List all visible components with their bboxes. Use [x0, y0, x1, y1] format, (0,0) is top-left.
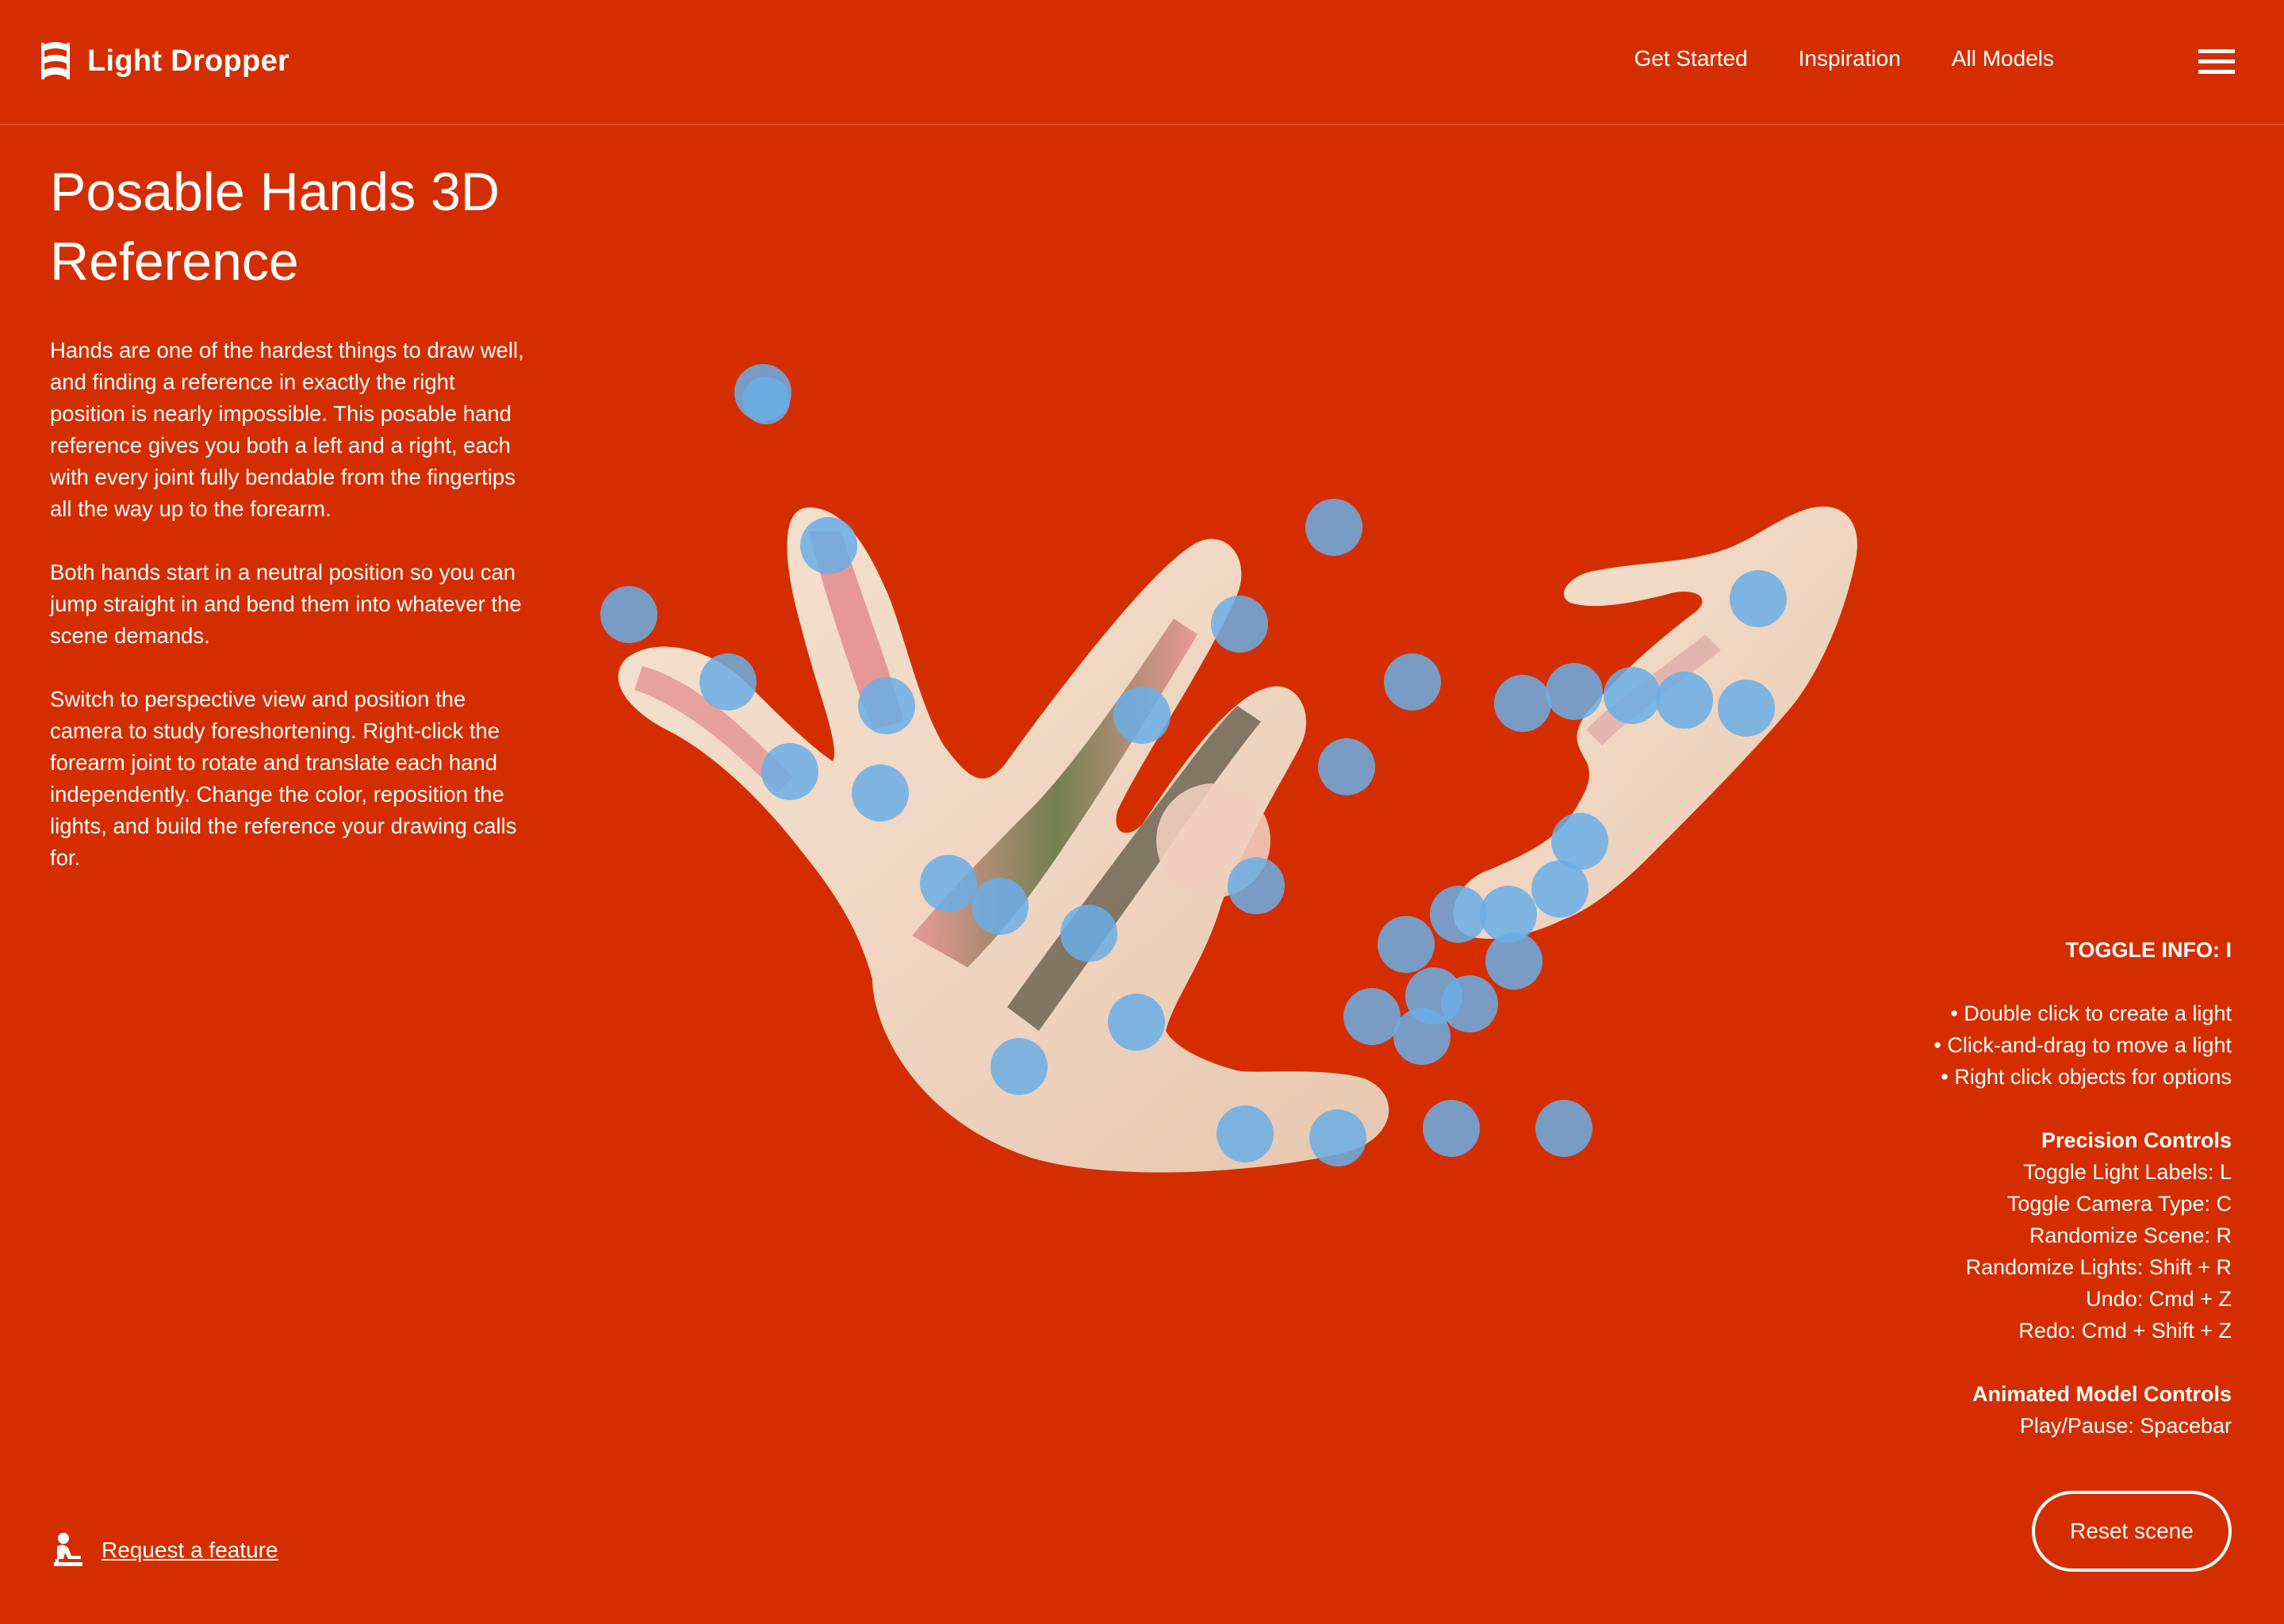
page-title: Posable Hands 3D Reference — [50, 162, 500, 292]
joint-marker[interactable] — [800, 517, 857, 574]
tip-item: Right click objects for options — [1933, 1061, 2232, 1093]
shortcut-item: Randomize Scene: R — [2029, 1224, 2232, 1247]
joint-marker[interactable] — [761, 743, 818, 800]
main-nav: Get Started Inspiration All Models — [1583, 46, 2054, 71]
shortcut-item: Toggle Camera Type: C — [2006, 1192, 2232, 1216]
tips-list: Double click to create a light Click-and… — [1933, 998, 2232, 1093]
shortcut-item: Randomize Lights: Shift + R — [1965, 1255, 2232, 1279]
joint-marker[interactable] — [1423, 1100, 1480, 1157]
joint-marker[interactable] — [1060, 905, 1117, 962]
joint-marker[interactable] — [600, 586, 657, 643]
joint-marker[interactable] — [1343, 988, 1401, 1045]
brand-name: Light Dropper — [87, 44, 290, 78]
joint-marker[interactable] — [1378, 916, 1435, 973]
person-at-desk-icon — [54, 1533, 82, 1566]
joint-marker[interactable] — [1485, 933, 1542, 990]
tip-item: Double click to create a light — [1933, 998, 2232, 1029]
joint-marker[interactable] — [699, 653, 757, 710]
light-dropper-logo-icon — [41, 42, 70, 79]
joint-marker[interactable] — [1604, 667, 1661, 724]
joint-marker[interactable] — [1535, 1100, 1592, 1157]
request-feature-label[interactable]: Request a feature — [102, 1538, 278, 1563]
joint-marker[interactable] — [1108, 994, 1165, 1051]
joint-marker[interactable] — [1305, 499, 1362, 556]
joint-marker[interactable] — [858, 677, 915, 734]
intro-paragraph: Both hands start in a neutral position s… — [50, 560, 522, 648]
joint-marker[interactable] — [1384, 653, 1441, 710]
joint-marker[interactable] — [971, 878, 1029, 935]
controls-info-panel: TOGGLE INFO: I Double click to create a … — [1933, 934, 2232, 1442]
joint-marker[interactable] — [1546, 663, 1603, 720]
joint-marker[interactable] — [1393, 1008, 1450, 1065]
joint-marker[interactable] — [742, 377, 790, 424]
precision-controls-title: Precision Controls — [2041, 1128, 2232, 1152]
joint-marker[interactable] — [1441, 975, 1498, 1032]
toggle-info-label[interactable]: TOGGLE INFO: I — [1933, 934, 2232, 966]
site-header: Light Dropper Get Started Inspiration Al… — [0, 0, 2284, 125]
joint-marker[interactable] — [1730, 570, 1787, 627]
joint-marker[interactable] — [1211, 596, 1268, 653]
tip-item: Click-and-drag to move a light — [1933, 1029, 2232, 1061]
joint-marker[interactable] — [991, 1038, 1048, 1095]
shortcut-item: Play/Pause: Spacebar — [2019, 1414, 2232, 1438]
reset-scene-button[interactable]: Reset scene — [2032, 1491, 2232, 1572]
joint-marker[interactable] — [1531, 860, 1588, 917]
hand-model-canvas[interactable] — [539, 333, 1919, 1269]
joint-marker[interactable] — [852, 764, 909, 822]
request-feature-link[interactable]: Request a feature — [52, 1532, 278, 1568]
hamburger-menu-icon[interactable] — [2198, 49, 2235, 75]
joint-marker[interactable] — [1318, 738, 1375, 795]
shortcut-item: Undo: Cmd + Z — [2086, 1287, 2232, 1311]
menu-line — [2198, 70, 2235, 74]
joint-marker[interactable] — [1309, 1109, 1366, 1166]
joint-marker[interactable] — [920, 855, 977, 912]
menu-line — [2198, 49, 2235, 53]
joint-marker[interactable] — [1228, 857, 1285, 914]
nav-inspiration[interactable]: Inspiration — [1799, 46, 1901, 71]
shortcut-item: Toggle Light Labels: L — [2023, 1160, 2232, 1184]
menu-line — [2198, 59, 2235, 63]
shortcut-item: Redo: Cmd + Shift + Z — [2018, 1319, 2232, 1342]
intro-panel: Posable Hands 3D Reference Hands are one… — [50, 157, 526, 906]
joint-marker[interactable] — [1494, 675, 1551, 732]
intro-paragraph: Switch to perspective view and position … — [50, 687, 517, 870]
joint-marker[interactable] — [1430, 886, 1487, 943]
joint-marker[interactable] — [1113, 687, 1171, 744]
joint-marker[interactable] — [1718, 680, 1775, 737]
animated-controls-title: Animated Model Controls — [1972, 1382, 2232, 1406]
joint-marker[interactable] — [1217, 1105, 1274, 1162]
intro-paragraph: Hands are one of the hardest things to d… — [50, 338, 524, 521]
brand-logo[interactable]: Light Dropper — [40, 40, 289, 82]
nav-all-models[interactable]: All Models — [1952, 46, 2054, 71]
joint-marker[interactable] — [1656, 672, 1713, 729]
nav-get-started[interactable]: Get Started — [1634, 46, 1747, 71]
